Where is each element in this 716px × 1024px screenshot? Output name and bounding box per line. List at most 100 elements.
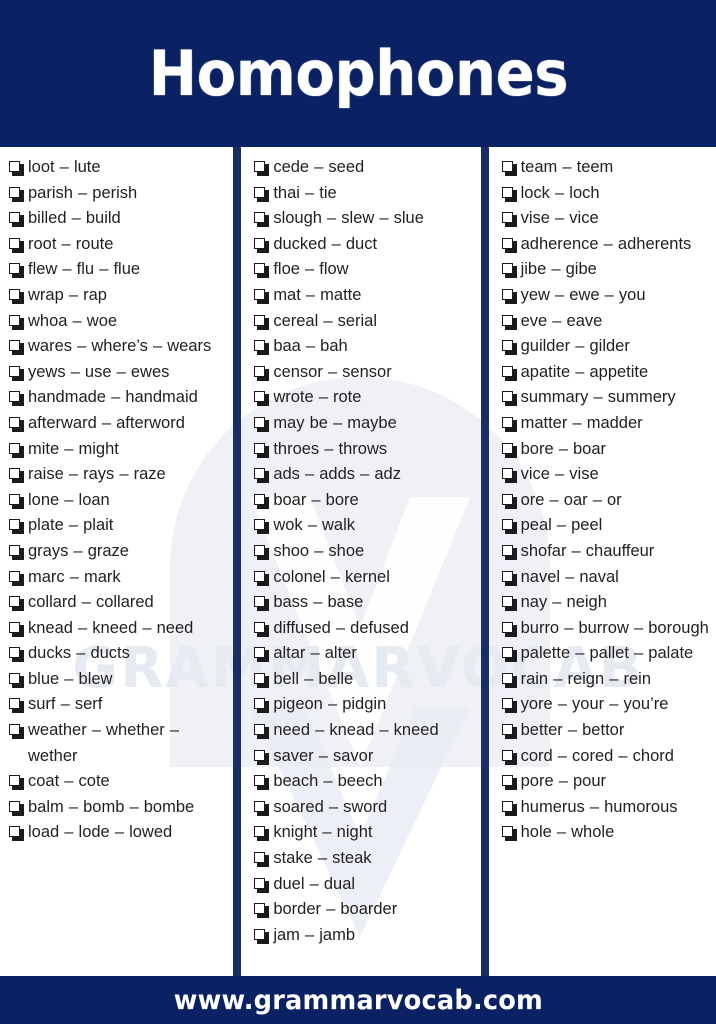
checkbox-empty-icon[interactable] (501, 206, 521, 232)
checkbox-empty-icon[interactable] (253, 206, 273, 232)
checkbox-empty-icon[interactable] (501, 257, 521, 283)
checkbox-empty-icon[interactable] (253, 616, 273, 642)
checklist-item[interactable]: beach – beech (253, 769, 476, 795)
checkbox-empty-icon[interactable] (253, 897, 273, 923)
checklist-item[interactable]: humerus – humorous (501, 795, 714, 821)
checkbox-empty-icon[interactable] (253, 820, 273, 846)
checklist-item[interactable]: slough – slew – slue (253, 206, 476, 232)
checkbox-empty-icon[interactable] (501, 539, 521, 565)
checkbox-empty-icon[interactable] (8, 590, 28, 616)
checklist-item[interactable]: wrote – rote (253, 385, 476, 411)
checkbox-empty-icon[interactable] (253, 513, 273, 539)
checkbox-empty-icon[interactable] (253, 437, 273, 463)
checkbox-empty-icon[interactable] (253, 923, 273, 949)
checkbox-empty-icon[interactable] (253, 641, 273, 667)
checkbox-empty-icon[interactable] (253, 385, 273, 411)
checkbox-empty-icon[interactable] (253, 283, 273, 309)
checkbox-empty-icon[interactable] (8, 539, 28, 565)
checklist-item[interactable]: grays – graze (8, 539, 229, 565)
checkbox-empty-icon[interactable] (253, 155, 273, 181)
checklist-item[interactable]: mite – might (8, 437, 229, 463)
checkbox-empty-icon[interactable] (501, 334, 521, 360)
checklist-item[interactable]: throes – throws (253, 437, 476, 463)
checklist-item[interactable]: adherence – adherents (501, 232, 714, 258)
checklist-item[interactable]: ducked – duct (253, 232, 476, 258)
checklist-item[interactable]: loot – lute (8, 155, 229, 181)
checklist-item[interactable]: palette – pallet – palate (501, 641, 714, 667)
checkbox-empty-icon[interactable] (8, 513, 28, 539)
checkbox-empty-icon[interactable] (253, 309, 273, 335)
checklist-item[interactable]: rain – reign – rein (501, 667, 714, 693)
checkbox-empty-icon[interactable] (8, 641, 28, 667)
checkbox-empty-icon[interactable] (253, 795, 273, 821)
checkbox-empty-icon[interactable] (501, 232, 521, 258)
checkbox-empty-icon[interactable] (253, 232, 273, 258)
checkbox-empty-icon[interactable] (501, 411, 521, 437)
checkbox-empty-icon[interactable] (8, 206, 28, 232)
checklist-item[interactable]: knight – night (253, 820, 476, 846)
checklist-item[interactable]: stake – steak (253, 846, 476, 872)
checklist-item[interactable]: ads – adds – adz (253, 462, 476, 488)
checklist-item[interactable]: bell – belle (253, 667, 476, 693)
checklist-item[interactable]: saver – savor (253, 744, 476, 770)
checklist-item[interactable]: plate – plait (8, 513, 229, 539)
checkbox-empty-icon[interactable] (501, 590, 521, 616)
checklist-item[interactable]: handmade – handmaid (8, 385, 229, 411)
checklist-item[interactable]: whoa – woe (8, 309, 229, 335)
checklist-item[interactable]: eve – eave (501, 309, 714, 335)
checklist-item[interactable]: border – boarder (253, 897, 476, 923)
checkbox-empty-icon[interactable] (8, 820, 28, 846)
checklist-item[interactable]: baa – bah (253, 334, 476, 360)
checkbox-empty-icon[interactable] (8, 283, 28, 309)
checkbox-empty-icon[interactable] (8, 565, 28, 591)
checkbox-empty-icon[interactable] (253, 360, 273, 386)
checkbox-empty-icon[interactable] (253, 257, 273, 283)
checklist-item[interactable]: team – teem (501, 155, 714, 181)
checkbox-empty-icon[interactable] (8, 462, 28, 488)
checklist-item[interactable]: cereal – serial (253, 309, 476, 335)
checklist-item[interactable]: nay – neigh (501, 590, 714, 616)
checkbox-empty-icon[interactable] (501, 744, 521, 770)
checkbox-empty-icon[interactable] (501, 360, 521, 386)
checkbox-empty-icon[interactable] (253, 846, 273, 872)
checkbox-empty-icon[interactable] (8, 718, 28, 744)
checklist-item[interactable]: shoo – shoe (253, 539, 476, 565)
checkbox-empty-icon[interactable] (253, 692, 273, 718)
checklist-item[interactable]: duel – dual (253, 872, 476, 898)
checklist-item[interactable]: lone – loan (8, 488, 229, 514)
checklist-item[interactable]: floe – flow (253, 257, 476, 283)
checkbox-empty-icon[interactable] (501, 181, 521, 207)
checklist-item[interactable]: lock – loch (501, 181, 714, 207)
checkbox-empty-icon[interactable] (501, 462, 521, 488)
checklist-item[interactable]: censor – sensor (253, 360, 476, 386)
checkbox-empty-icon[interactable] (501, 437, 521, 463)
checkbox-empty-icon[interactable] (253, 181, 273, 207)
checkbox-empty-icon[interactable] (253, 590, 273, 616)
checklist-item[interactable]: pore – pour (501, 769, 714, 795)
checklist-item[interactable]: wares – where’s – wears (8, 334, 229, 360)
checklist-item[interactable]: marc – mark (8, 565, 229, 591)
checkbox-empty-icon[interactable] (8, 488, 28, 514)
checklist-item[interactable]: summary – summery (501, 385, 714, 411)
checklist-item[interactable]: yew – ewe – you (501, 283, 714, 309)
checklist-item[interactable]: balm – bomb – bombe (8, 795, 229, 821)
checkbox-empty-icon[interactable] (8, 795, 28, 821)
checklist-item[interactable]: colonel – kernel (253, 565, 476, 591)
checklist-item[interactable]: vice – vise (501, 462, 714, 488)
checklist-item[interactable]: jam – jamb (253, 923, 476, 949)
checklist-item[interactable]: peal – peel (501, 513, 714, 539)
checkbox-empty-icon[interactable] (8, 437, 28, 463)
checklist-item[interactable]: bass – base (253, 590, 476, 616)
checkbox-empty-icon[interactable] (501, 692, 521, 718)
checklist-item[interactable]: ore – oar – or (501, 488, 714, 514)
checkbox-empty-icon[interactable] (8, 385, 28, 411)
checklist-item[interactable]: ducks – ducts (8, 641, 229, 667)
checklist-item[interactable]: billed – build (8, 206, 229, 232)
checkbox-empty-icon[interactable] (501, 667, 521, 693)
checkbox-empty-icon[interactable] (501, 795, 521, 821)
checklist-item[interactable]: matter – madder (501, 411, 714, 437)
checkbox-empty-icon[interactable] (8, 155, 28, 181)
checklist-item[interactable]: soared – sword (253, 795, 476, 821)
checkbox-empty-icon[interactable] (501, 769, 521, 795)
checklist-item[interactable]: burro – burrow – borough (501, 616, 714, 642)
